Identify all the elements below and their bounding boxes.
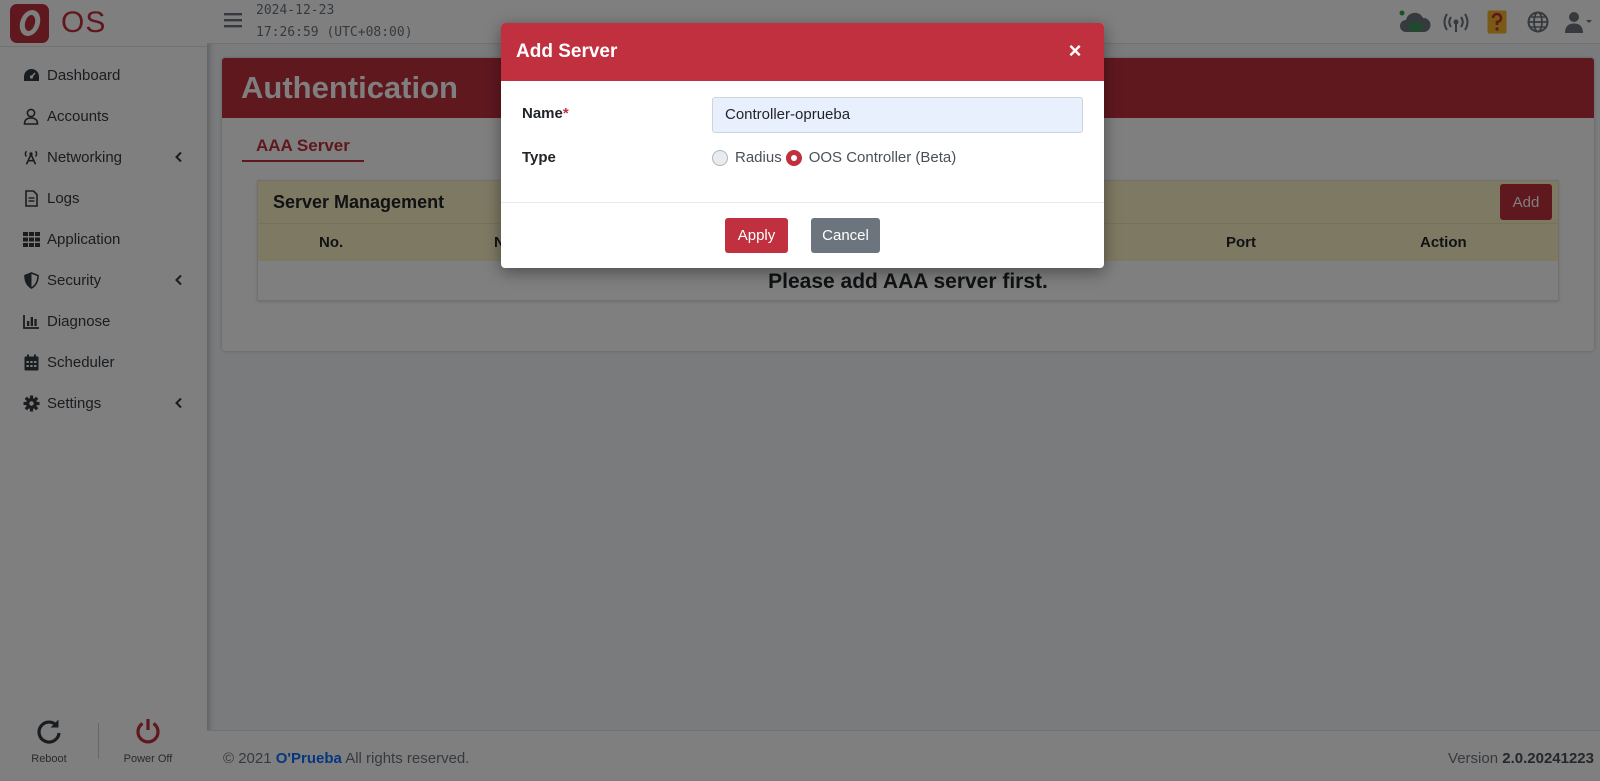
name-label: Name*: [522, 105, 569, 122]
modal-divider: [501, 202, 1104, 203]
type-label: Type: [522, 149, 556, 166]
close-icon[interactable]: ×: [1064, 40, 1086, 62]
server-name-input[interactable]: Controller-oprueba: [712, 97, 1083, 133]
required-marker: *: [562, 105, 569, 122]
add-server-modal: Add Server × Name* Controller-oprueba Ty…: [501, 23, 1104, 268]
modal-header: Add Server ×: [501, 23, 1104, 81]
server-type-radio-group: Radius OOS Controller (Beta): [712, 149, 960, 166]
cancel-button[interactable]: Cancel: [811, 218, 880, 253]
modal-title: Add Server: [516, 41, 618, 62]
radius-radio-label[interactable]: Radius: [735, 149, 782, 166]
radius-radio[interactable]: [712, 149, 728, 166]
oos-controller-radio[interactable]: [785, 149, 802, 166]
name-label-text: Name: [522, 105, 563, 122]
apply-button[interactable]: Apply: [725, 218, 788, 253]
oos-controller-radio-label[interactable]: OOS Controller (Beta): [809, 149, 957, 166]
